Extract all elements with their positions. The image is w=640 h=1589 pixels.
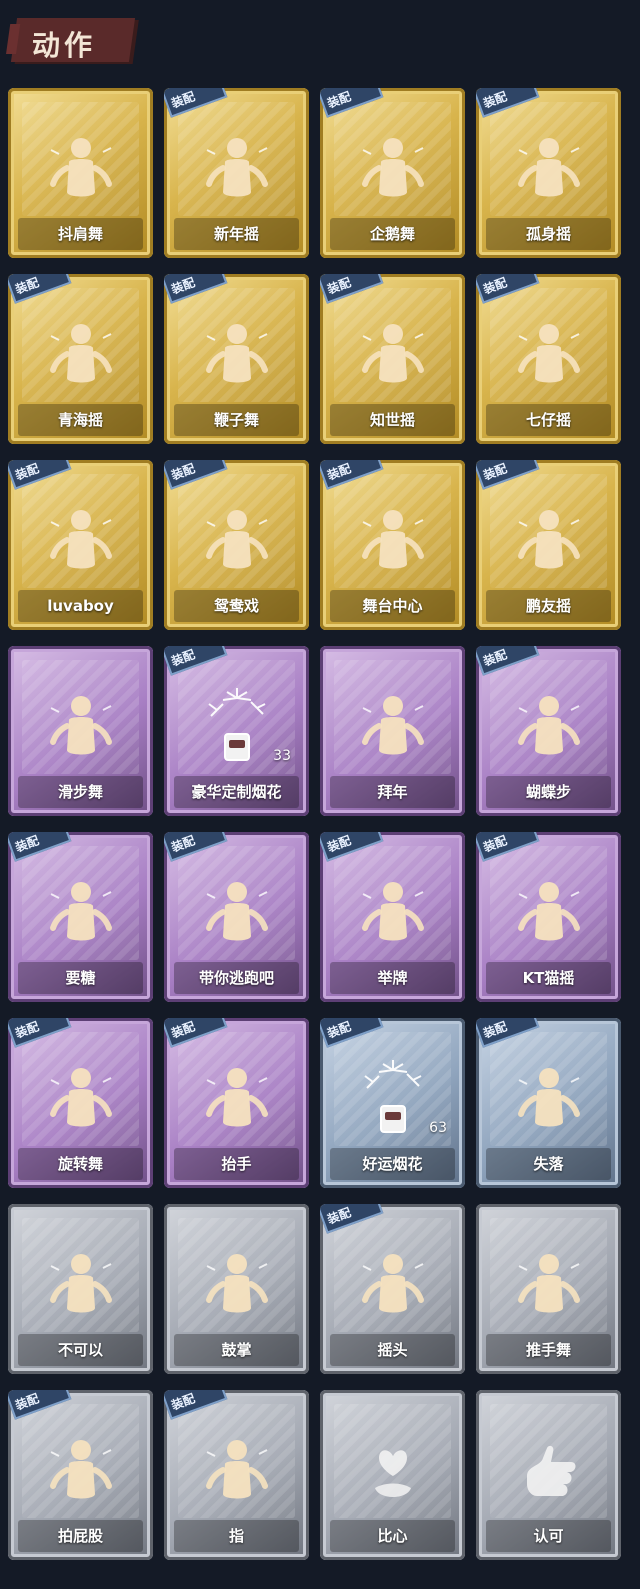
action-card[interactable]: 装配 鹏友摇 — [476, 460, 621, 630]
action-label: 知世摇 — [369, 411, 415, 429]
dance-figure-icon — [195, 314, 279, 398]
shake-head-icon — [351, 1244, 435, 1328]
clap-icon — [195, 1244, 279, 1328]
run-figure-icon — [195, 872, 279, 956]
action-card[interactable]: 装配 知世摇 — [320, 274, 465, 444]
action-card[interactable]: 装配 摇头 — [320, 1204, 465, 1374]
action-card[interactable]: 装配 青海摇 — [8, 274, 153, 444]
action-card[interactable]: 装配 孤身摇 — [476, 88, 621, 258]
action-card[interactable]: 装配 七仔摇 — [476, 274, 621, 444]
action-label: 失落 — [533, 1155, 564, 1173]
action-card[interactable]: 装配 luvaboy — [8, 460, 153, 630]
action-label: 举牌 — [377, 969, 408, 987]
action-card[interactable]: 装配 新年摇 — [164, 88, 309, 258]
point-hand-icon — [195, 1430, 279, 1514]
dance-figure-icon — [507, 872, 591, 956]
action-card[interactable]: 装配 指 — [164, 1390, 309, 1560]
action-card[interactable]: 装配 旋转舞 — [8, 1018, 153, 1188]
dance-figure-icon — [39, 500, 123, 584]
dance-figure-icon — [351, 128, 435, 212]
action-card[interactable]: 装配 鞭子舞 — [164, 274, 309, 444]
action-grid: 抖肩舞 装配 新年摇 装配 企鹅舞 装配 孤身摇 装配 青海摇 装配 鞭子舞 装… — [0, 0, 640, 1589]
action-card[interactable]: 拜年 — [320, 646, 465, 816]
raise-hand-icon — [195, 1058, 279, 1142]
action-card[interactable]: 装配 舞台中心 — [320, 460, 465, 630]
action-card[interactable]: 装配 企鹅舞 — [320, 88, 465, 258]
action-card[interactable]: 装配 抬手 — [164, 1018, 309, 1188]
dance-figure-icon — [507, 500, 591, 584]
action-card[interactable]: 滑步舞 — [8, 646, 153, 816]
dance-figure-icon — [39, 686, 123, 770]
push-hands-icon — [507, 1244, 591, 1328]
action-label: 企鹅舞 — [369, 225, 415, 243]
action-label: luvaboy — [47, 597, 114, 615]
action-label: 滑步舞 — [57, 783, 103, 801]
dance-figure-icon — [351, 500, 435, 584]
action-card[interactable]: 装配 KT猫摇 — [476, 832, 621, 1002]
action-label: 孤身摇 — [525, 225, 571, 243]
dance-figure-icon — [507, 686, 591, 770]
dance-figure-icon — [39, 128, 123, 212]
action-card[interactable]: 推手舞 — [476, 1204, 621, 1374]
dance-figure-icon — [351, 314, 435, 398]
action-label: 抖肩舞 — [57, 225, 103, 243]
action-card[interactable]: 装配 失落 — [476, 1018, 621, 1188]
sign-figure-icon — [351, 872, 435, 956]
bow-figure-icon — [351, 686, 435, 770]
action-label: 鼓掌 — [221, 1341, 252, 1359]
action-label: 摇头 — [377, 1341, 408, 1359]
crawl-figure-icon — [507, 1058, 591, 1142]
dance-figure-icon — [195, 500, 279, 584]
action-label: 抬手 — [221, 1155, 252, 1173]
action-card[interactable]: 抖肩舞 — [8, 88, 153, 258]
thumbs-up-icon — [507, 1430, 591, 1514]
action-label: KT猫摇 — [522, 969, 575, 987]
dance-figure-icon — [507, 314, 591, 398]
dance-figure-icon — [39, 314, 123, 398]
heart-hand-icon — [351, 1430, 435, 1514]
finger-wave-icon — [39, 1244, 123, 1328]
action-card[interactable]: 装配 带你逃跑吧 — [164, 832, 309, 1002]
fireworks-icon — [351, 1058, 435, 1142]
action-label: 要糖 — [65, 969, 96, 987]
action-label: 指 — [228, 1527, 244, 1545]
action-label: 拜年 — [377, 783, 408, 801]
action-label: 好运烟花 — [362, 1155, 423, 1173]
action-label: 鞭子舞 — [213, 411, 259, 429]
action-card[interactable]: 装配 拍屁股 — [8, 1390, 153, 1560]
item-count: 33 — [273, 748, 291, 764]
action-card[interactable]: 认可 — [476, 1390, 621, 1560]
action-card[interactable]: 装配 要糖 — [8, 832, 153, 1002]
item-count: 63 — [429, 1120, 447, 1136]
action-label: 带你逃跑吧 — [198, 969, 274, 987]
action-card[interactable]: 装配 蝴蝶步 — [476, 646, 621, 816]
action-label: 青海摇 — [57, 411, 103, 429]
spin-figure-icon — [39, 1058, 123, 1142]
action-card[interactable]: 装配 举牌 — [320, 832, 465, 1002]
action-label: 鸳鸯戏 — [213, 597, 259, 615]
action-label: 旋转舞 — [57, 1155, 103, 1173]
action-label: 推手舞 — [525, 1341, 571, 1359]
action-label: 不可以 — [57, 1341, 103, 1359]
fireworks-icon — [195, 686, 279, 770]
action-label: 比心 — [377, 1527, 408, 1545]
action-label: 舞台中心 — [362, 597, 423, 615]
dance-figure-icon — [507, 128, 591, 212]
action-card[interactable]: 不可以 — [8, 1204, 153, 1374]
action-label: 认可 — [533, 1527, 564, 1545]
dance-figure-icon — [195, 128, 279, 212]
action-label: 鹏友摇 — [525, 597, 571, 615]
reach-figure-icon — [39, 872, 123, 956]
action-card[interactable]: 装配 豪华定制烟花 33 — [164, 646, 309, 816]
action-label: 豪华定制烟花 — [191, 783, 282, 801]
action-card[interactable]: 装配 鸳鸯戏 — [164, 460, 309, 630]
action-card[interactable]: 鼓掌 — [164, 1204, 309, 1374]
action-card[interactable]: 装配 好运烟花 63 — [320, 1018, 465, 1188]
action-label: 七仔摇 — [525, 411, 571, 429]
action-label: 新年摇 — [213, 225, 259, 243]
slap-figure-icon — [39, 1430, 123, 1514]
action-card[interactable]: 比心 — [320, 1390, 465, 1560]
action-label: 蝴蝶步 — [525, 783, 571, 801]
action-label: 拍屁股 — [57, 1527, 103, 1545]
